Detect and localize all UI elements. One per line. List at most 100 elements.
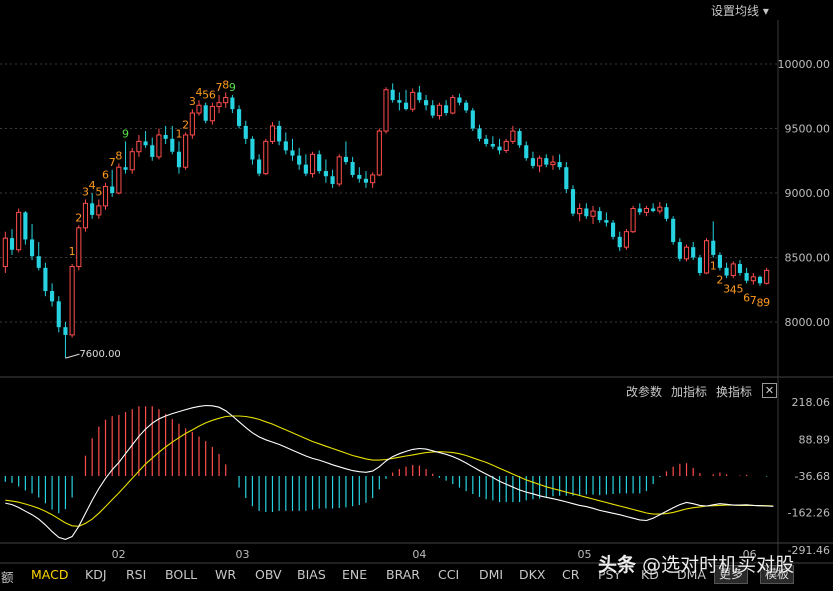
candle-body xyxy=(102,186,109,207)
ma-settings-button[interactable]: 设置均线 ▾ xyxy=(711,2,769,19)
candle-body xyxy=(357,174,362,179)
candle-body xyxy=(76,227,82,268)
watermark-text: @选对时机买对股 xyxy=(642,554,795,576)
price-tick-label: 9500.00 xyxy=(785,123,831,136)
candle-body xyxy=(717,254,722,268)
candle-body xyxy=(510,130,516,142)
watermark: 头条 @选对时机买对股 xyxy=(598,550,794,577)
candle-body xyxy=(29,239,35,257)
candle-body xyxy=(757,276,763,284)
candle-body xyxy=(209,106,215,122)
sequence-count-label: 2 xyxy=(75,211,82,224)
candle-body xyxy=(277,125,282,142)
candle-body xyxy=(517,131,522,146)
candle-body xyxy=(537,157,543,167)
candle-body xyxy=(403,102,409,110)
tab-cci[interactable]: CCI xyxy=(438,567,459,582)
candle-body xyxy=(36,256,41,268)
tab-volume[interactable]: 额 xyxy=(1,567,14,586)
candle-body xyxy=(590,210,596,217)
candle-body xyxy=(691,247,696,258)
macd-tick-label: 218.06 xyxy=(792,396,831,409)
candle-body xyxy=(230,97,235,110)
candle-body xyxy=(737,263,743,273)
tab-ene[interactable]: ENE xyxy=(342,567,367,582)
candle-body xyxy=(470,110,475,129)
watermark-logo: 头条 xyxy=(598,554,637,576)
tab-kdj[interactable]: KDJ xyxy=(85,567,107,582)
chart-canvas[interactable]: 7600.00 123 4 567 89 1234 5 67 8 9123 4 56 7 8 9 1000… xyxy=(0,0,833,591)
tab-dmi[interactable]: DMI xyxy=(479,567,503,582)
macd-tick-label: -36.68 xyxy=(795,470,830,483)
candle-body xyxy=(196,104,202,114)
candle-body xyxy=(490,143,495,147)
tab-brar[interactable]: BRAR xyxy=(386,567,420,582)
candle-body xyxy=(623,231,629,248)
tab-obv[interactable]: OBV xyxy=(255,567,282,582)
candle-body xyxy=(56,301,61,328)
candle-body xyxy=(383,89,389,132)
candle-body xyxy=(436,104,442,117)
candle-body xyxy=(630,207,636,233)
candle-body xyxy=(63,327,68,335)
price-tick-label: 9000.00 xyxy=(785,187,831,200)
candle-body xyxy=(503,140,509,151)
candle-body xyxy=(423,100,429,106)
add-indicator-button[interactable]: 加指标 xyxy=(671,383,707,400)
tab-bias[interactable]: BIAS xyxy=(297,567,326,582)
candle-body xyxy=(303,164,308,174)
candle-body xyxy=(657,206,663,212)
candle-body xyxy=(323,171,328,177)
candle-body xyxy=(643,207,650,213)
candle-body xyxy=(50,291,55,302)
candle-body xyxy=(290,150,295,156)
candle-body xyxy=(604,220,609,223)
candle-body xyxy=(250,138,255,160)
candle-body xyxy=(129,151,135,171)
candle-body xyxy=(150,145,155,157)
candle-body xyxy=(283,141,288,151)
close-indicator-icon[interactable]: ✕ xyxy=(762,383,777,398)
candle-body xyxy=(577,207,583,215)
tab-rsi[interactable]: RSI xyxy=(126,567,146,582)
candle-body xyxy=(69,266,75,336)
candle-body xyxy=(203,105,208,121)
candle-body xyxy=(297,155,302,165)
candle-body xyxy=(16,211,22,251)
tab-dkx[interactable]: DKX xyxy=(519,567,545,582)
candle-body xyxy=(269,125,276,142)
candle-body xyxy=(216,102,222,108)
tab-macd[interactable]: MACD xyxy=(31,567,68,582)
candle-body xyxy=(444,105,449,114)
candle-body xyxy=(82,202,89,229)
time-tick-label: 04 xyxy=(412,548,426,561)
change-params-button[interactable]: 改参数 xyxy=(626,383,662,400)
candle-body xyxy=(651,208,656,212)
candle-body xyxy=(617,236,622,248)
sequence-count-label: 8 xyxy=(115,149,122,162)
candle-body xyxy=(430,105,435,116)
sequence-count-label: 9 xyxy=(229,81,236,94)
candle-body xyxy=(750,276,756,282)
candle-body xyxy=(363,178,369,183)
candle-body xyxy=(170,138,175,152)
tab-boll[interactable]: BOLL xyxy=(165,567,197,582)
price-tick-label: 10000.00 xyxy=(778,58,831,71)
candle-body xyxy=(370,174,376,184)
switch-indicator-button[interactable]: 换指标 xyxy=(716,383,752,400)
candle-body xyxy=(464,102,469,111)
candle-body xyxy=(176,151,182,168)
price-tick-label: 8500.00 xyxy=(785,252,831,265)
candle-body xyxy=(450,97,456,114)
candle-body xyxy=(2,237,8,268)
time-tick-label: 05 xyxy=(578,548,592,561)
candle-body xyxy=(597,211,602,221)
candle-body xyxy=(703,240,710,274)
candle-body xyxy=(570,189,576,214)
tab-cr[interactable]: CR xyxy=(562,567,579,582)
low-price-label: 7600.00 xyxy=(79,349,120,360)
tab-wr[interactable]: WR xyxy=(215,567,236,582)
macd-tick-label: -162.26 xyxy=(788,506,830,519)
sequence-count-label: 9 xyxy=(763,296,770,309)
candle-body xyxy=(309,153,316,175)
